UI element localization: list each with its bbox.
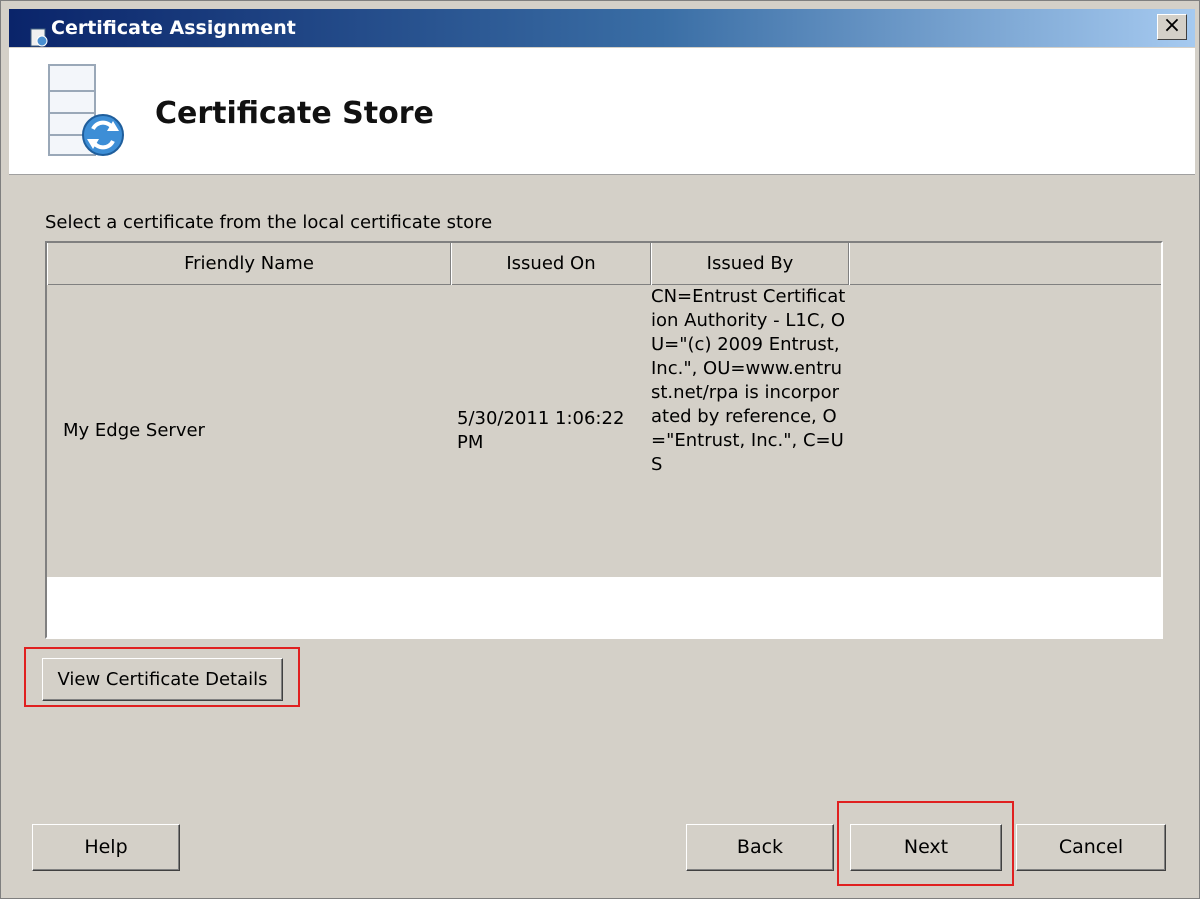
cell-issued-on: 5/30/2011 1:06:22 PM xyxy=(457,408,625,453)
window-title: Certificate Assignment xyxy=(51,17,296,39)
title-bar[interactable]: Certificate Assignment × xyxy=(9,9,1195,47)
column-header-issued-on[interactable]: Issued On xyxy=(451,243,651,285)
certificate-assignment-dialog: Certificate Assignment × Certificate Sto… xyxy=(0,0,1200,899)
instruction-text: Select a certificate from the local cert… xyxy=(45,212,493,233)
cell-issued-by: CN=Entrust Certification Authority - L1C… xyxy=(651,286,846,475)
wizard-header: Certificate Store xyxy=(9,48,1195,175)
column-header-empty xyxy=(849,243,1161,285)
page-title: Certificate Store xyxy=(155,96,434,131)
highlight-box-next xyxy=(837,801,1014,886)
back-button[interactable]: Back xyxy=(686,824,834,871)
column-header-friendly-name[interactable]: Friendly Name xyxy=(47,243,451,285)
highlight-box-details xyxy=(24,647,300,707)
certificate-list[interactable]: Friendly Name Issued On Issued By My Edg… xyxy=(45,241,1163,639)
table-header: Friendly Name Issued On Issued By xyxy=(47,243,1161,285)
help-button[interactable]: Help xyxy=(32,824,180,871)
cell-friendly-name: My Edge Server xyxy=(63,420,205,441)
close-button[interactable]: × xyxy=(1157,14,1187,40)
cancel-button[interactable]: Cancel xyxy=(1016,824,1166,871)
column-header-issued-by[interactable]: Issued By xyxy=(651,243,849,285)
server-certificate-icon xyxy=(48,64,124,156)
certificate-app-icon xyxy=(30,28,48,47)
table-row[interactable]: My Edge Server 5/30/2011 1:06:22 PM CN=E… xyxy=(47,285,1161,577)
